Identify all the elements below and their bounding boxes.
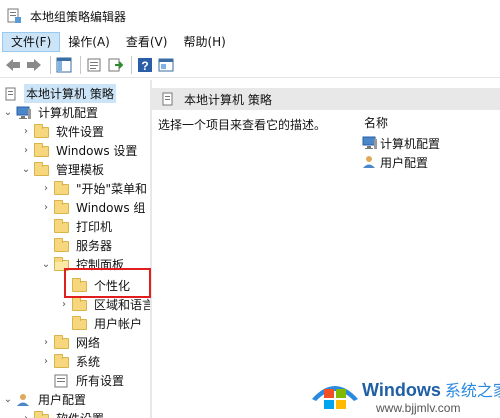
tree-item-system[interactable]: › 系统 [40, 352, 102, 371]
details-header: 本地计算机 策略 [152, 88, 500, 110]
chevron-right-icon[interactable]: › [40, 352, 52, 371]
details-title: 本地计算机 策略 [184, 92, 272, 107]
tree-item-start-menu[interactable]: › "开始"菜单和 [40, 179, 149, 198]
chevron-down-icon[interactable]: ⌄ [40, 255, 52, 274]
tree-pane: 本地计算机 策略 ⌄ 计算机配置 › 软件设置 › Windows 设置 ⌄ 管… [0, 80, 150, 418]
menu-action[interactable]: 操作(A) [60, 32, 118, 52]
chevron-right-icon[interactable]: › [40, 333, 52, 352]
windows-logo-icon [312, 386, 358, 409]
red-highlight-annotation [64, 268, 151, 298]
menu-view[interactable]: 查看(V) [118, 32, 176, 52]
folder-icon [34, 123, 50, 139]
folder-icon [34, 161, 50, 177]
folder-icon [54, 334, 70, 350]
list-item-computer-config[interactable]: 计算机配置 [362, 134, 440, 152]
menu-bar: 文件(F) 操作(A) 查看(V) 帮助(H) [0, 32, 500, 52]
back-icon[interactable] [4, 56, 22, 74]
tree-item-server[interactable]: 服务器 [40, 236, 114, 255]
chevron-down-icon[interactable]: ⌄ [20, 160, 32, 179]
chevron-right-icon[interactable]: › [20, 122, 32, 141]
chevron-right-icon[interactable]: › [20, 141, 32, 160]
forward-icon[interactable] [25, 56, 43, 74]
properties-icon[interactable] [85, 56, 103, 74]
menu-help[interactable]: 帮助(H) [175, 32, 233, 52]
tree-item-user-accounts[interactable]: 用户帐户 [58, 314, 144, 333]
folder-icon [54, 353, 70, 369]
settings-icon [54, 374, 70, 388]
tree-item-windows-settings[interactable]: › Windows 设置 [20, 141, 139, 160]
tree-item-admin-templates[interactable]: ⌄ 管理模板 [20, 160, 106, 179]
export-list-icon[interactable] [106, 56, 124, 74]
user-icon [363, 156, 375, 168]
extended-view-icon[interactable] [157, 56, 175, 74]
folder-icon [54, 218, 70, 234]
tree-item-user-config[interactable]: ⌄ 用户配置 [2, 390, 88, 409]
chevron-right-icon[interactable]: › [40, 179, 52, 198]
chevron-down-icon[interactable]: ⌄ [2, 390, 14, 409]
toolbar-separator [131, 55, 132, 74]
tree-item-computer-config[interactable]: ⌄ 计算机配置 [2, 103, 100, 122]
chevron-down-icon[interactable]: ⌄ [2, 103, 14, 122]
tree-item-software-settings[interactable]: › 软件设置 [20, 122, 106, 141]
window-title: 本地组策略编辑器 [30, 9, 127, 24]
toolbar: ? [0, 52, 500, 78]
toolbar-separator [50, 55, 51, 74]
chevron-right-icon[interactable]: › [40, 198, 52, 217]
folder-icon [72, 315, 88, 331]
tree-item-local-computer-policy[interactable]: 本地计算机 策略 [2, 84, 116, 103]
show-hide-tree-icon[interactable] [55, 56, 73, 74]
tree-item-network[interactable]: › 网络 [40, 333, 102, 352]
computer-icon [362, 136, 377, 149]
list-item-user-config[interactable]: 用户配置 [362, 153, 428, 171]
title-bar: 本地组策略编辑器 [0, 0, 500, 32]
help-icon[interactable]: ? [136, 56, 154, 74]
column-header-name[interactable]: 名称 [364, 114, 388, 131]
folder-icon [54, 180, 70, 196]
folder-icon [34, 410, 50, 418]
user-icon [16, 393, 32, 407]
policy-doc-icon [4, 87, 20, 101]
policy-doc-icon [162, 92, 173, 106]
computer-icon [16, 106, 32, 120]
menu-file[interactable]: 文件(F) [2, 32, 61, 52]
tree-item-printers[interactable]: 打印机 [40, 217, 114, 236]
watermark-text: Windows系统之家 [362, 380, 500, 400]
watermark-url: www.bjjmlv.com [376, 401, 461, 415]
folder-icon [54, 237, 70, 253]
description-text: 选择一个项目来查看它的描述。 [158, 118, 327, 132]
watermark: Windows系统之家 www.bjjmlv.com [310, 365, 500, 418]
toolbar-separator [80, 55, 81, 74]
svg-text:?: ? [141, 59, 148, 73]
tree-item-all-settings[interactable]: 所有设置 [40, 371, 126, 390]
tree-item-windows-components[interactable]: › Windows 组 [40, 198, 147, 217]
chevron-right-icon[interactable]: › [20, 409, 32, 418]
group-policy-app-icon [7, 8, 21, 23]
tree-item-user-software-settings[interactable]: › 软件设置 [20, 409, 106, 418]
folder-icon [54, 199, 70, 215]
folder-icon [72, 296, 88, 312]
folder-icon [34, 142, 50, 158]
